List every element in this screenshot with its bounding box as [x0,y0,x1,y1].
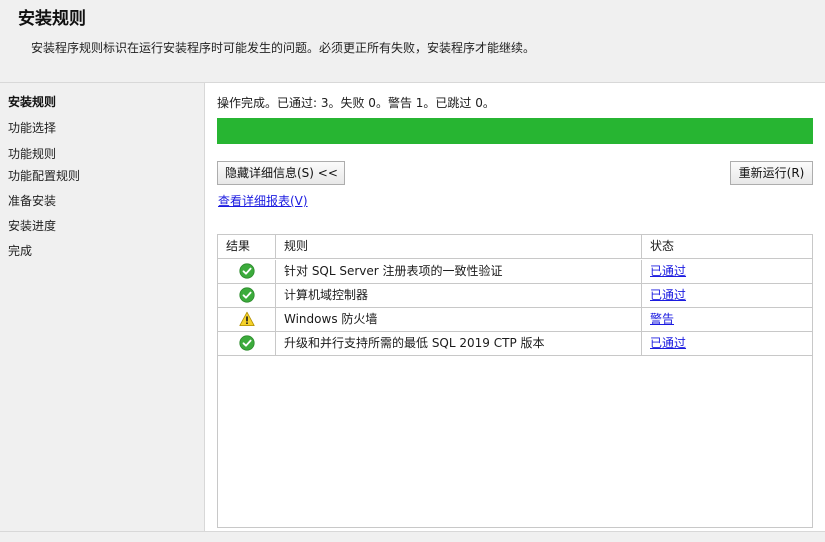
sidebar-item-feature-rules[interactable]: 功能规则 [8,145,56,162]
result-cell [218,308,276,331]
status-link[interactable]: 已通过 [650,264,686,278]
view-detailed-report-link[interactable]: 查看详细报表(V) [218,192,308,209]
status-cell: 已通过 [642,260,812,283]
sidebar-item-complete[interactable]: 完成 [8,242,32,259]
page-header: 安装规则 安装程序规则标识在运行安装程序时可能发生的问题。必须更正所有失败，安装… [0,0,825,83]
operation-status-text: 操作完成。已通过: 3。失败 0。警告 1。已跳过 0。 [217,96,495,110]
column-header-result[interactable]: 结果 [218,235,276,258]
sidebar-item-feature-selection[interactable]: 功能选择 [8,119,56,136]
status-link[interactable]: 警告 [650,312,674,326]
check-circle-icon [238,286,255,303]
hide-details-button[interactable]: 隐藏详细信息(S) << [217,161,345,185]
sidebar-item-install-progress[interactable]: 安装进度 [8,217,56,234]
rules-table: 结果 规则 状态 针对 SQL Server 注册表项的一致性验证 已通过 计算机域… [217,234,813,528]
rule-name: 计算机域控制器 [276,284,642,307]
rule-name: Windows 防火墙 [276,308,642,331]
page-title: 安装规则 [18,9,86,29]
sidebar-item-install-rules[interactable]: 安装规则 [8,93,56,110]
status-cell: 警告 [642,308,812,331]
check-circle-icon [238,334,255,351]
main-panel: 操作完成。已通过: 3。失败 0。警告 1。已跳过 0。 隐藏详细信息(S) <… [205,83,825,531]
progress-bar-fill [217,118,813,144]
status-link[interactable]: 已通过 [650,288,686,302]
wizard-step-sidebar: 安装规则 功能选择 功能规则 功能配置规则 准备安装 安装进度 完成 [0,83,205,531]
table-row[interactable]: 针对 SQL Server 注册表项的一致性验证 已通过 [218,260,812,284]
result-cell [218,284,276,307]
rerun-button[interactable]: 重新运行(R) [730,161,813,185]
progress-bar [217,118,813,144]
rule-name: 升级和并行支持所需的最低 SQL 2019 CTP 版本 [276,332,642,355]
table-row[interactable]: Windows 防火墙 警告 [218,308,812,332]
bottom-divider [0,531,825,542]
sidebar-item-ready-to-install[interactable]: 准备安装 [8,192,56,209]
result-cell [218,332,276,355]
sidebar-item-feature-config-rules[interactable]: 功能配置规则 [8,167,80,184]
status-cell: 已通过 [642,284,812,307]
warning-icon [238,311,255,327]
table-header-row: 结果 规则 状态 [218,235,812,259]
page-description: 安装程序规则标识在运行安装程序时可能发生的问题。必须更正所有失败，安装程序才能继… [31,41,536,55]
result-cell [218,260,276,283]
column-header-status[interactable]: 状态 [642,235,812,258]
rule-name: 针对 SQL Server 注册表项的一致性验证 [276,260,642,283]
status-link[interactable]: 已通过 [650,336,686,350]
check-circle-icon [238,262,255,279]
table-row[interactable]: 计算机域控制器 已通过 [218,284,812,308]
table-row[interactable]: 升级和并行支持所需的最低 SQL 2019 CTP 版本 已通过 [218,332,812,356]
column-header-rule[interactable]: 规则 [276,235,642,258]
status-cell: 已通过 [642,332,812,355]
